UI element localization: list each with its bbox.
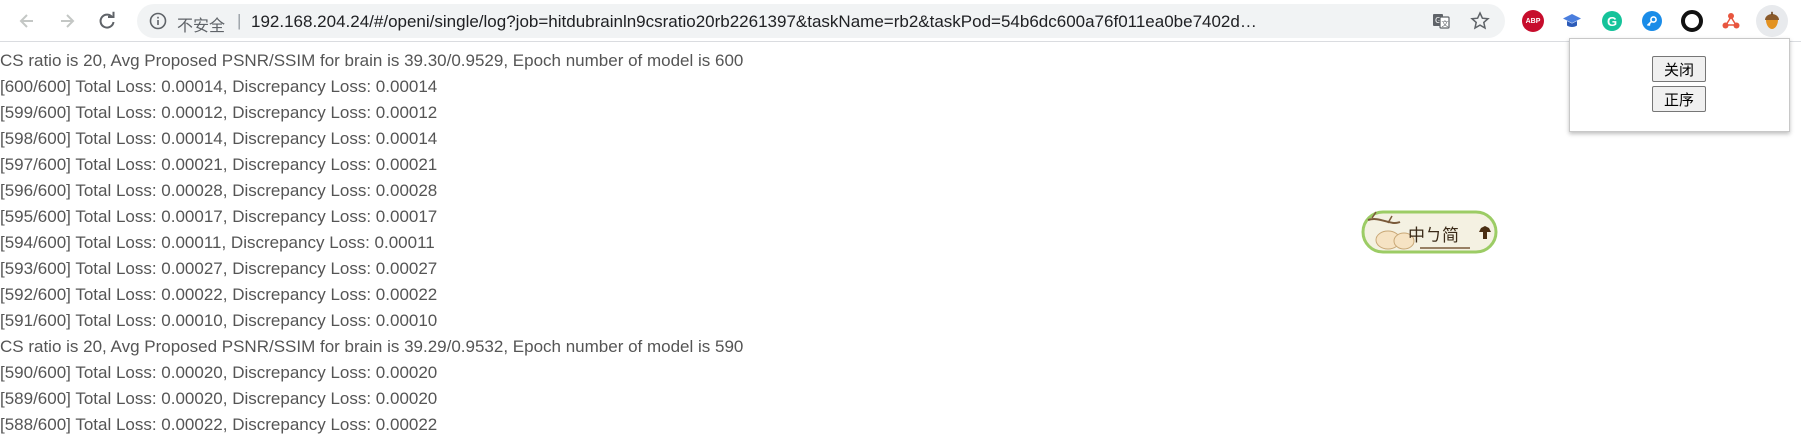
key-icon xyxy=(1642,11,1662,31)
svg-text:文: 文 xyxy=(1442,19,1449,28)
bookmark-star-icon[interactable] xyxy=(1470,11,1490,31)
ext-adblock-plus[interactable]: ABP xyxy=(1521,9,1545,33)
log-control-panel: 关闭 正序 xyxy=(1569,38,1790,132)
grammarly-icon: G xyxy=(1602,11,1622,31)
log-line: [593/600] Total Loss: 0.00027, Discrepan… xyxy=(0,259,438,278)
acorn-profile-icon xyxy=(1765,11,1779,29)
log-output: CS ratio is 20, Avg Proposed PSNR/SSIM f… xyxy=(0,48,1500,438)
ime-badge-text: 中ㄅ简 xyxy=(1408,226,1459,246)
security-label[interactable]: 不安全 xyxy=(177,12,225,36)
forward-button[interactable] xyxy=(52,6,82,36)
log-line: [598/600] Total Loss: 0.00014, Discrepan… xyxy=(0,129,438,148)
ext-graduation[interactable] xyxy=(1560,9,1584,33)
ime-status-badge[interactable]: 中ㄅ简 xyxy=(1360,208,1500,256)
log-line: [595/600] Total Loss: 0.00017, Discrepan… xyxy=(0,207,438,226)
molecule-icon xyxy=(1722,13,1740,29)
log-line: [591/600] Total Loss: 0.00010, Discrepan… xyxy=(0,311,438,330)
close-button[interactable]: 关闭 xyxy=(1652,56,1706,82)
log-line: [599/600] Total Loss: 0.00012, Discrepan… xyxy=(0,103,438,122)
info-icon[interactable] xyxy=(149,12,167,30)
browser-toolbar: 不安全 | 192.168.204.24/#/openi/single/log?… xyxy=(0,0,1801,42)
back-arrow-icon xyxy=(19,14,33,28)
adblock-plus-icon: ABP xyxy=(1522,10,1544,32)
log-line: [597/600] Total Loss: 0.00021, Discrepan… xyxy=(0,155,438,174)
log-summary-line: CS ratio is 20, Avg Proposed PSNR/SSIM f… xyxy=(0,51,744,70)
ring-icon xyxy=(1681,10,1703,32)
address-bar[interactable]: 不安全 | 192.168.204.24/#/openi/single/log?… xyxy=(137,4,1505,38)
url-text[interactable]: 192.168.204.24/#/openi/single/log?job=hi… xyxy=(251,12,1261,32)
ext-key[interactable] xyxy=(1640,9,1664,33)
log-line: [600/600] Total Loss: 0.00014, Discrepan… xyxy=(0,77,438,96)
ext-molecule[interactable] xyxy=(1719,9,1743,33)
log-line: [596/600] Total Loss: 0.00028, Discrepan… xyxy=(0,181,438,200)
reload-icon xyxy=(99,11,115,29)
log-line: [589/600] Total Loss: 0.00020, Discrepan… xyxy=(0,389,438,408)
forward-arrow-icon xyxy=(61,14,75,28)
log-line: [590/600] Total Loss: 0.00020, Discrepan… xyxy=(0,363,438,382)
ext-grammarly[interactable]: G xyxy=(1600,9,1624,33)
translate-icon[interactable]: G 文 xyxy=(1431,11,1451,31)
log-line: [594/600] Total Loss: 0.00011, Discrepan… xyxy=(0,233,435,252)
graduation-cap-icon xyxy=(1563,14,1581,27)
log-line: [588/600] Total Loss: 0.00022, Discrepan… xyxy=(0,415,438,434)
profile-button[interactable] xyxy=(1756,5,1788,37)
log-summary-line: CS ratio is 20, Avg Proposed PSNR/SSIM f… xyxy=(0,337,744,356)
sort-order-button[interactable]: 正序 xyxy=(1652,86,1706,112)
back-button[interactable] xyxy=(12,6,42,36)
url-separator: | xyxy=(237,11,242,30)
log-line: [592/600] Total Loss: 0.00022, Discrepan… xyxy=(0,285,438,304)
ext-ring[interactable] xyxy=(1680,9,1704,33)
reload-button[interactable] xyxy=(92,6,122,36)
